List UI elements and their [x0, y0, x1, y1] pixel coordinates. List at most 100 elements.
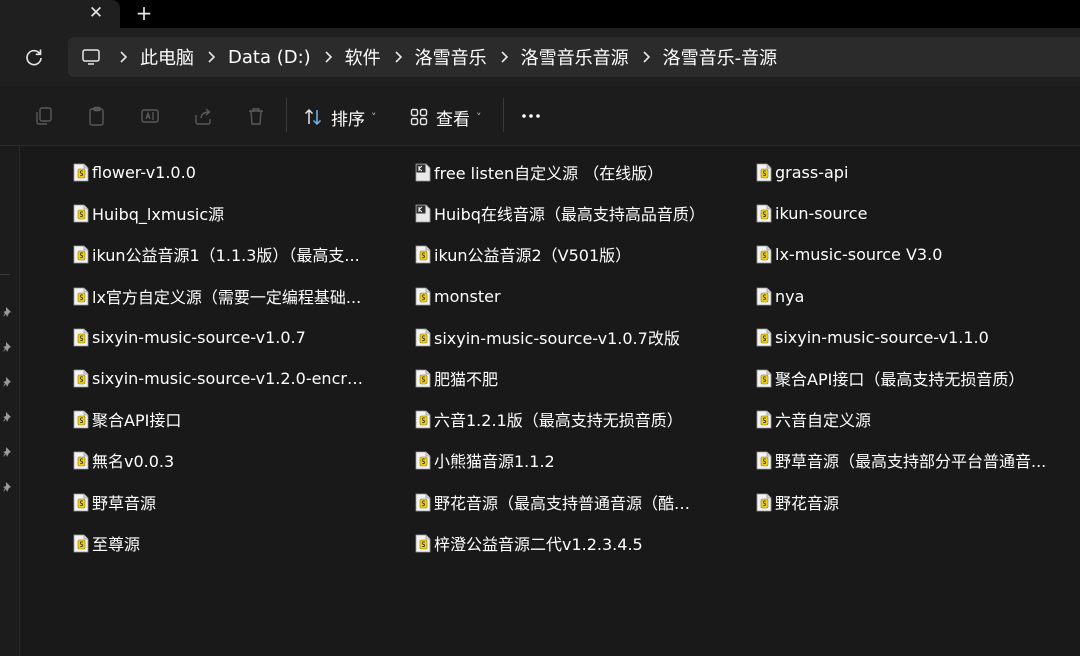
script-file-icon: [756, 204, 772, 222]
file-name: 六音自定义源: [775, 411, 872, 430]
file-item[interactable]: ikun-source: [756, 198, 1056, 228]
rename-icon[interactable]: [139, 105, 161, 127]
file-item[interactable]: 聚合API接口: [73, 404, 363, 434]
chevron-down-icon: ˅: [476, 110, 482, 124]
breadcrumb-item-software[interactable]: 软件: [341, 44, 385, 70]
active-tab[interactable]: ✕: [0, 0, 120, 28]
file-item[interactable]: 小熊猫音源1.1.2: [415, 445, 705, 475]
file-name: 野花音源（最高支持普通音源（酷狗...: [434, 494, 705, 513]
more-options-icon[interactable]: [518, 104, 544, 128]
file-name: 肥猫不肥: [434, 370, 499, 389]
file-item[interactable]: 野花音源（最高支持普通音源（酷狗...: [415, 487, 705, 517]
file-item[interactable]: Huibq_lxmusic源: [73, 198, 363, 228]
file-item[interactable]: lx官方自定义源（需要一定编程基础...: [73, 281, 363, 311]
file-name: 小熊猫音源1.1.2: [434, 452, 555, 471]
script-file-icon: [73, 369, 89, 387]
file-name: 聚合API接口（最高支持无损音质）: [775, 370, 1025, 389]
file-item[interactable]: 野草音源: [73, 487, 363, 517]
file-item[interactable]: free listen自定义源 （在线版）: [415, 157, 705, 187]
file-name: 野花音源: [775, 494, 840, 513]
navigation-pane[interactable]: [0, 147, 20, 656]
breadcrumb-item-drive[interactable]: Data (D:): [224, 47, 315, 68]
script-file-icon: [756, 410, 772, 428]
copy-icon[interactable]: [33, 105, 55, 127]
breadcrumb-item-luoxue-music[interactable]: 洛雪音乐: [411, 44, 491, 70]
file-name: 六音1.2.1版（最高支持无损音质）: [434, 411, 683, 430]
breadcrumb-item-current-folder[interactable]: 洛雪音乐-音源: [659, 44, 782, 70]
file-name: sixyin-music-source-v1.2.0-encrypt: [92, 368, 363, 388]
file-name: ikun公益音源1（1.1.3版）（最高支...: [92, 246, 360, 265]
script-file-icon: [415, 369, 431, 387]
file-name: monster: [434, 286, 501, 306]
file-item[interactable]: sixyin-music-source-v1.0.7: [73, 322, 363, 352]
view-button[interactable]: 查看 ˅: [410, 102, 482, 132]
file-name: sixyin-music-source-v1.0.7改版: [434, 329, 680, 348]
script-file-icon: [73, 410, 89, 428]
file-item[interactable]: sixyin-music-source-v1.0.7改版: [415, 322, 705, 352]
file-item[interactable]: monster: [415, 281, 705, 311]
file-item[interactable]: flower-v1.0.0: [73, 157, 363, 187]
file-item[interactable]: grass-api: [756, 157, 1056, 187]
pin-icon[interactable]: [1, 410, 15, 424]
file-name: 野草音源: [92, 494, 157, 513]
script-file-icon: [756, 451, 772, 469]
script-file-icon: [73, 245, 89, 263]
file-name: Huibq_lxmusic源: [92, 205, 225, 224]
file-item[interactable]: lx-music-source V3.0: [756, 239, 1056, 269]
chevron-right-icon[interactable]: [315, 37, 341, 77]
chevron-right-icon[interactable]: [110, 37, 136, 77]
delete-icon[interactable]: [245, 105, 267, 127]
script-file-icon: [756, 163, 772, 181]
file-item[interactable]: 聚合API接口（最高支持无损音质）: [756, 363, 1056, 393]
script-file-icon: [415, 534, 431, 552]
close-tab-icon[interactable]: ✕: [86, 2, 106, 24]
chevron-right-icon[interactable]: [385, 37, 411, 77]
file-item[interactable]: ikun公益音源2（V501版）: [415, 239, 705, 269]
file-name: 野草音源（最高支持部分平台普通音...: [775, 452, 1047, 471]
pin-icon[interactable]: [1, 445, 15, 459]
sort-button[interactable]: 排序 ˅: [303, 102, 377, 132]
chevron-right-icon[interactable]: [198, 37, 224, 77]
file-item[interactable]: ikun公益音源1（1.1.3版）（最高支...: [73, 239, 363, 269]
file-item[interactable]: 至尊源: [73, 528, 363, 558]
this-pc-icon[interactable]: [80, 46, 102, 68]
file-item[interactable]: sixyin-music-source-v1.2.0-encrypt: [73, 363, 363, 393]
pin-icon[interactable]: [1, 305, 15, 319]
script-file-icon: [756, 245, 772, 263]
script-file-icon: [415, 451, 431, 469]
file-item[interactable]: 梓澄公益音源二代v1.2.3.4.5: [415, 528, 705, 558]
file-item[interactable]: 野草音源（最高支持部分平台普通音...: [756, 445, 1056, 475]
file-item[interactable]: sixyin-music-source-v1.1.0: [756, 322, 1056, 352]
pin-icon[interactable]: [1, 340, 15, 354]
file-name: ikun公益音源2（V501版）: [434, 246, 632, 265]
script-file-icon: [415, 287, 431, 305]
file-item[interactable]: Huibq在线音源（最高支持高品音质）: [415, 198, 705, 228]
breadcrumb[interactable]: 此电脑 Data (D:) 软件 洛雪音乐 洛雪音乐音源 洛雪音乐-音源: [68, 37, 1080, 77]
file-item[interactable]: 六音1.2.1版（最高支持无损音质）: [415, 404, 705, 434]
file-name: Huibq在线音源（最高支持高品音质）: [434, 205, 705, 224]
new-tab-icon[interactable]: +: [132, 1, 156, 25]
file-item[interactable]: 肥猫不肥: [415, 363, 705, 393]
file-item[interactable]: 六音自定义源: [756, 404, 1056, 434]
paste-icon[interactable]: [86, 105, 108, 127]
toolbar-divider: [503, 98, 504, 132]
script-file-icon: [73, 451, 89, 469]
chevron-right-icon[interactable]: [633, 37, 659, 77]
view-grid-icon: [410, 108, 428, 126]
chevron-right-icon[interactable]: [491, 37, 517, 77]
script-file-icon: [73, 534, 89, 552]
script-file-icon: [756, 369, 772, 387]
script-file-icon: [73, 493, 89, 511]
file-item[interactable]: 野花音源: [756, 487, 1056, 517]
file-item[interactable]: nya: [756, 281, 1056, 311]
file-item[interactable]: 無名v0.0.3: [73, 445, 363, 475]
share-icon[interactable]: [192, 105, 214, 127]
breadcrumb-item-music-sources[interactable]: 洛雪音乐音源: [517, 44, 633, 70]
pin-icon[interactable]: [1, 480, 15, 494]
file-name: ikun-source: [775, 203, 868, 223]
refresh-icon[interactable]: [22, 45, 46, 69]
nav-separator: [0, 274, 10, 275]
breadcrumb-item-this-pc[interactable]: 此电脑: [136, 44, 198, 70]
script-file-icon: [73, 287, 89, 305]
pin-icon[interactable]: [1, 375, 15, 389]
